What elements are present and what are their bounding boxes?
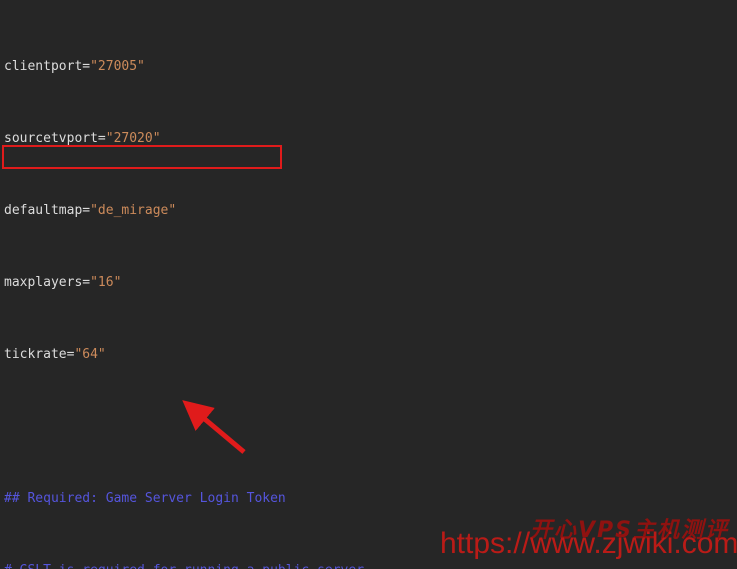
key-defaultmap: defaultmap= xyxy=(4,203,91,218)
line-sourcetvport: sourcetvport="27020" xyxy=(4,130,737,148)
key-maxplayers: maxplayers= xyxy=(4,275,91,290)
key-tickrate: tickrate= xyxy=(4,347,75,362)
terminal-editor-window[interactable]: clientport="27005" sourcetvport="27020" … xyxy=(0,0,737,569)
line-clientport: clientport="27005" xyxy=(4,58,737,76)
value-clientport: "27005" xyxy=(90,59,145,74)
value-defaultmap: "de_mirage" xyxy=(90,203,177,218)
line-defaultmap: defaultmap="de_mirage" xyxy=(4,202,737,220)
config-file-content[interactable]: clientport="27005" sourcetvport="27020" … xyxy=(4,4,737,569)
line-maxplayers: maxplayers="16" xyxy=(4,274,737,292)
value-sourcetvport: "27020" xyxy=(105,131,161,146)
line-tickrate: tickrate="64" xyxy=(4,346,737,364)
comment-gslt-required: # GSLT is required for running a public … xyxy=(4,562,737,569)
key-clientport: clientport= xyxy=(4,59,91,74)
comment-required-gslt-heading: ## Required: Game Server Login Token xyxy=(4,491,286,506)
key-sourcetvport: sourcetvport= xyxy=(4,131,106,146)
value-tickrate: "64" xyxy=(74,347,106,362)
value-maxplayers: "16" xyxy=(90,275,122,290)
